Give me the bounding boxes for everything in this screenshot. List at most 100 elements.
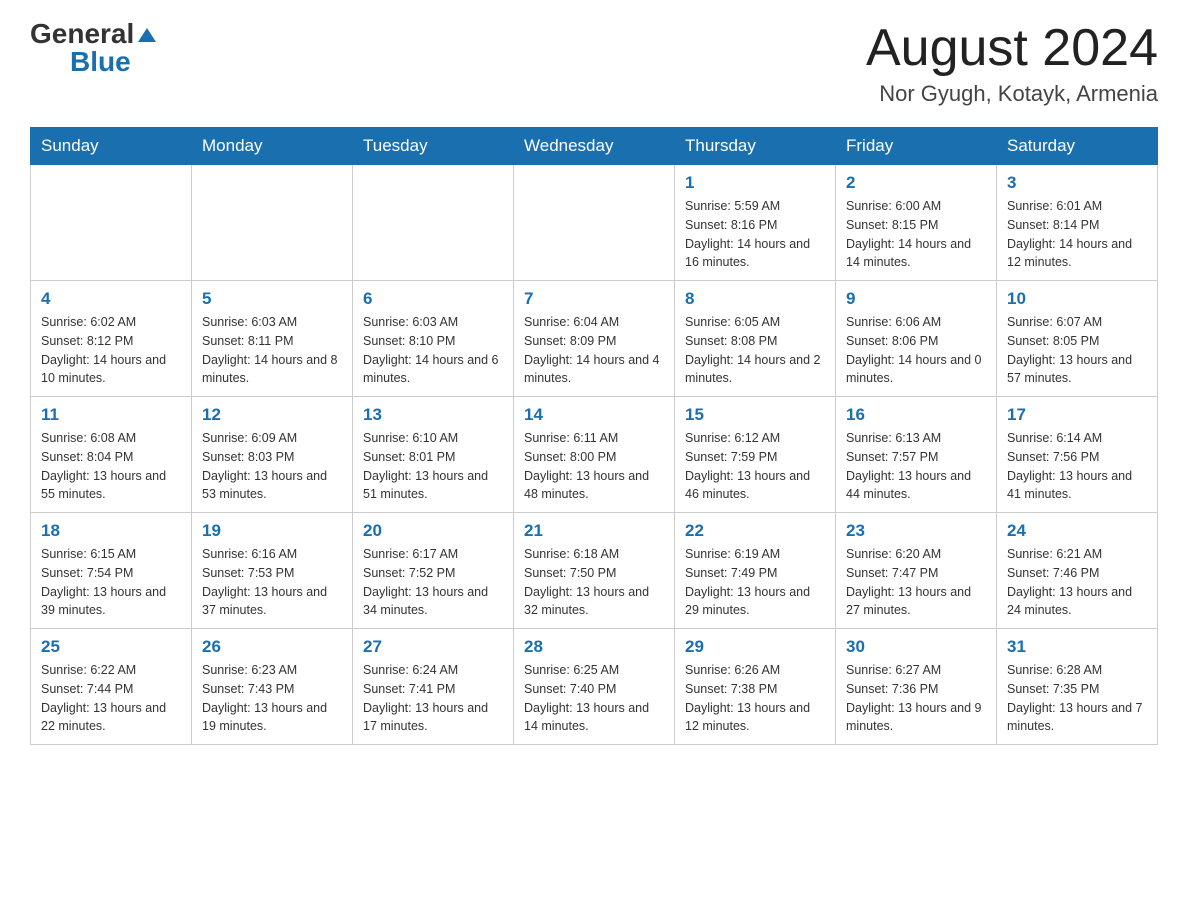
- month-title: August 2024: [866, 20, 1158, 77]
- calendar-cell: 18 Sunrise: 6:15 AM Sunset: 7:54 PM Dayli…: [31, 513, 192, 629]
- day-number: 14: [524, 405, 664, 425]
- day-info: Sunrise: 6:14 AM Sunset: 7:56 PM Dayligh…: [1007, 429, 1147, 504]
- day-number: 1: [685, 173, 825, 193]
- day-info: Sunrise: 6:16 AM Sunset: 7:53 PM Dayligh…: [202, 545, 342, 620]
- day-number: 5: [202, 289, 342, 309]
- calendar-cell: 1 Sunrise: 5:59 AM Sunset: 8:16 PM Daylig…: [675, 165, 836, 281]
- day-info: Sunrise: 6:18 AM Sunset: 7:50 PM Dayligh…: [524, 545, 664, 620]
- day-number: 6: [363, 289, 503, 309]
- calendar-cell: 27 Sunrise: 6:24 AM Sunset: 7:41 PM Dayli…: [353, 629, 514, 745]
- calendar-cell: 11Sunrise: 6:08 AM Sunset: 8:04 PM Dayli…: [31, 397, 192, 513]
- calendar-week-4: 18 Sunrise: 6:15 AM Sunset: 7:54 PM Dayli…: [31, 513, 1158, 629]
- day-number: 3: [1007, 173, 1147, 193]
- day-info: Sunrise: 6:01 AM Sunset: 8:14 PM Dayligh…: [1007, 197, 1147, 272]
- day-info: Sunrise: 6:28 AM Sunset: 7:35 PM Dayligh…: [1007, 661, 1147, 736]
- calendar-cell: 13 Sunrise: 6:10 AM Sunset: 8:01 PM Dayli…: [353, 397, 514, 513]
- day-number: 15: [685, 405, 825, 425]
- day-number: 31: [1007, 637, 1147, 657]
- calendar-cell: 26 Sunrise: 6:23 AM Sunset: 7:43 PM Dayli…: [192, 629, 353, 745]
- logo-blue-text: Blue: [70, 48, 131, 76]
- weekday-header-friday: Friday: [836, 128, 997, 165]
- calendar-cell: 25 Sunrise: 6:22 AM Sunset: 7:44 PM Dayli…: [31, 629, 192, 745]
- day-info: Sunrise: 6:12 AM Sunset: 7:59 PM Dayligh…: [685, 429, 825, 504]
- day-info: Sunrise: 5:59 AM Sunset: 8:16 PM Dayligh…: [685, 197, 825, 272]
- day-info: Sunrise: 6:15 AM Sunset: 7:54 PM Dayligh…: [41, 545, 181, 620]
- day-info: Sunrise: 6:21 AM Sunset: 7:46 PM Dayligh…: [1007, 545, 1147, 620]
- day-info: Sunrise: 6:06 AM Sunset: 8:06 PM Dayligh…: [846, 313, 986, 388]
- day-number: 22: [685, 521, 825, 541]
- day-info: Sunrise: 6:27 AM Sunset: 7:36 PM Dayligh…: [846, 661, 986, 736]
- calendar-cell: 10 Sunrise: 6:07 AM Sunset: 8:05 PM Dayli…: [997, 281, 1158, 397]
- day-info: Sunrise: 6:13 AM Sunset: 7:57 PM Dayligh…: [846, 429, 986, 504]
- calendar-week-3: 11Sunrise: 6:08 AM Sunset: 8:04 PM Dayli…: [31, 397, 1158, 513]
- day-info: Sunrise: 6:04 AM Sunset: 8:09 PM Dayligh…: [524, 313, 664, 388]
- day-info: Sunrise: 6:23 AM Sunset: 7:43 PM Dayligh…: [202, 661, 342, 736]
- weekday-header-saturday: Saturday: [997, 128, 1158, 165]
- day-number: 28: [524, 637, 664, 657]
- calendar-table: SundayMondayTuesdayWednesdayThursdayFrid…: [30, 127, 1158, 745]
- day-number: 18: [41, 521, 181, 541]
- calendar-cell: 8Sunrise: 6:05 AM Sunset: 8:08 PM Daylig…: [675, 281, 836, 397]
- day-info: Sunrise: 6:03 AM Sunset: 8:10 PM Dayligh…: [363, 313, 503, 388]
- calendar-cell: 28 Sunrise: 6:25 AM Sunset: 7:40 PM Dayli…: [514, 629, 675, 745]
- day-number: 25: [41, 637, 181, 657]
- day-number: 9: [846, 289, 986, 309]
- calendar-cell: 22Sunrise: 6:19 AM Sunset: 7:49 PM Dayli…: [675, 513, 836, 629]
- calendar-cell: 15 Sunrise: 6:12 AM Sunset: 7:59 PM Dayli…: [675, 397, 836, 513]
- day-info: Sunrise: 6:09 AM Sunset: 8:03 PM Dayligh…: [202, 429, 342, 504]
- title-area: August 2024 Nor Gyugh, Kotayk, Armenia: [866, 20, 1158, 107]
- weekday-header-thursday: Thursday: [675, 128, 836, 165]
- day-info: Sunrise: 6:25 AM Sunset: 7:40 PM Dayligh…: [524, 661, 664, 736]
- logo[interactable]: General Blue: [30, 20, 156, 76]
- day-number: 10: [1007, 289, 1147, 309]
- weekday-header-monday: Monday: [192, 128, 353, 165]
- day-number: 17: [1007, 405, 1147, 425]
- day-info: Sunrise: 6:17 AM Sunset: 7:52 PM Dayligh…: [363, 545, 503, 620]
- day-info: Sunrise: 6:10 AM Sunset: 8:01 PM Dayligh…: [363, 429, 503, 504]
- calendar-week-1: 1 Sunrise: 5:59 AM Sunset: 8:16 PM Daylig…: [31, 165, 1158, 281]
- calendar-cell: 17 Sunrise: 6:14 AM Sunset: 7:56 PM Dayli…: [997, 397, 1158, 513]
- day-info: Sunrise: 6:00 AM Sunset: 8:15 PM Dayligh…: [846, 197, 986, 272]
- logo-general-text: General: [30, 20, 134, 48]
- day-number: 16: [846, 405, 986, 425]
- day-info: Sunrise: 6:08 AM Sunset: 8:04 PM Dayligh…: [41, 429, 181, 504]
- location-title: Nor Gyugh, Kotayk, Armenia: [866, 81, 1158, 107]
- calendar-cell: 29 Sunrise: 6:26 AM Sunset: 7:38 PM Dayli…: [675, 629, 836, 745]
- calendar-cell: 4Sunrise: 6:02 AM Sunset: 8:12 PM Daylig…: [31, 281, 192, 397]
- day-number: 24: [1007, 521, 1147, 541]
- day-info: Sunrise: 6:22 AM Sunset: 7:44 PM Dayligh…: [41, 661, 181, 736]
- calendar-cell: 6 Sunrise: 6:03 AM Sunset: 8:10 PM Daylig…: [353, 281, 514, 397]
- calendar-cell: 7Sunrise: 6:04 AM Sunset: 8:09 PM Daylig…: [514, 281, 675, 397]
- day-number: 12: [202, 405, 342, 425]
- day-number: 29: [685, 637, 825, 657]
- calendar-cell: 21Sunrise: 6:18 AM Sunset: 7:50 PM Dayli…: [514, 513, 675, 629]
- calendar-cell: 31 Sunrise: 6:28 AM Sunset: 7:35 PM Dayli…: [997, 629, 1158, 745]
- day-number: 19: [202, 521, 342, 541]
- day-info: Sunrise: 6:11 AM Sunset: 8:00 PM Dayligh…: [524, 429, 664, 504]
- day-info: Sunrise: 6:07 AM Sunset: 8:05 PM Dayligh…: [1007, 313, 1147, 388]
- calendar-cell: [31, 165, 192, 281]
- calendar-cell: [353, 165, 514, 281]
- day-number: 26: [202, 637, 342, 657]
- weekday-header-row: SundayMondayTuesdayWednesdayThursdayFrid…: [31, 128, 1158, 165]
- day-number: 13: [363, 405, 503, 425]
- calendar-cell: 12 Sunrise: 6:09 AM Sunset: 8:03 PM Dayli…: [192, 397, 353, 513]
- day-number: 20: [363, 521, 503, 541]
- calendar-cell: [514, 165, 675, 281]
- weekday-header-tuesday: Tuesday: [353, 128, 514, 165]
- day-info: Sunrise: 6:24 AM Sunset: 7:41 PM Dayligh…: [363, 661, 503, 736]
- calendar-cell: 5 Sunrise: 6:03 AM Sunset: 8:11 PM Daylig…: [192, 281, 353, 397]
- day-info: Sunrise: 6:03 AM Sunset: 8:11 PM Dayligh…: [202, 313, 342, 388]
- day-info: Sunrise: 6:05 AM Sunset: 8:08 PM Dayligh…: [685, 313, 825, 388]
- calendar-cell: 14 Sunrise: 6:11 AM Sunset: 8:00 PM Dayli…: [514, 397, 675, 513]
- day-number: 30: [846, 637, 986, 657]
- calendar-cell: 2 Sunrise: 6:00 AM Sunset: 8:15 PM Daylig…: [836, 165, 997, 281]
- day-number: 27: [363, 637, 503, 657]
- weekday-header-wednesday: Wednesday: [514, 128, 675, 165]
- day-info: Sunrise: 6:26 AM Sunset: 7:38 PM Dayligh…: [685, 661, 825, 736]
- calendar-cell: 23Sunrise: 6:20 AM Sunset: 7:47 PM Dayli…: [836, 513, 997, 629]
- calendar-cell: 20 Sunrise: 6:17 AM Sunset: 7:52 PM Dayli…: [353, 513, 514, 629]
- day-number: 2: [846, 173, 986, 193]
- page-header: General Blue August 2024 Nor Gyugh, Kota…: [30, 20, 1158, 107]
- calendar-cell: 19 Sunrise: 6:16 AM Sunset: 7:53 PM Dayli…: [192, 513, 353, 629]
